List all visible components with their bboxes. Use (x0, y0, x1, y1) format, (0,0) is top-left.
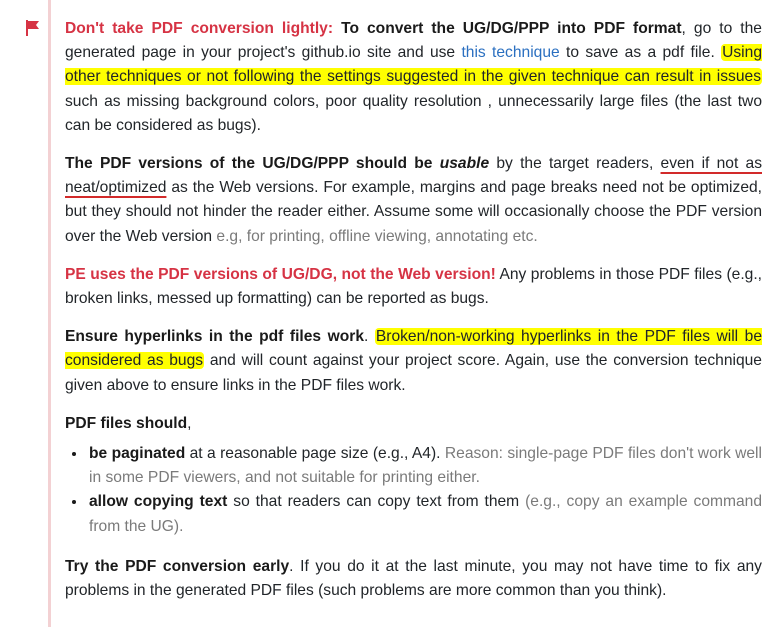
side-rule (48, 0, 51, 627)
technique-link[interactable]: this technique (461, 44, 559, 61)
flag-icon (26, 20, 39, 36)
paragraph-usable: The PDF versions of the UG/DG/PPP should… (65, 152, 762, 249)
list-item: be paginated at a reasonable page size (… (87, 442, 762, 490)
paragraph-try-early: Try the PDF conversion early. If you do … (65, 555, 762, 603)
text: such as missing background colors, poor … (65, 92, 762, 134)
list-item: allow copying text so that readers can c… (87, 490, 762, 538)
bold-text: Try the PDF conversion early (65, 557, 290, 575)
muted-text: e.g, for printing, offline viewing, anno… (216, 227, 538, 245)
bold-text: be paginated (89, 445, 186, 463)
text: . (364, 328, 375, 346)
warning-lead: Don't take PDF conversion lightly: (65, 20, 334, 37)
paragraph-conversion: Don't take PDF conversion lightly: To co… (65, 17, 762, 138)
paragraph-pe: PE uses the PDF versions of UG/DG, not t… (65, 263, 762, 311)
bold-text: PDF files should (65, 414, 188, 432)
paragraph-should: PDF files should, (65, 412, 762, 436)
tip-box: Don't take PDF conversion lightly: To co… (65, 0, 763, 603)
text: by the target readers, (489, 155, 661, 173)
bold-text: To convert the UG/DG/PPP into PDF format (341, 20, 682, 37)
bold-text: Ensure hyperlinks in the pdf files work (65, 328, 364, 346)
requirements-list: be paginated at a reasonable page size (… (65, 442, 762, 539)
bold-italic-text: usable (439, 155, 490, 173)
bold-text: allow copying text (89, 493, 228, 511)
warning-text: PE uses the PDF versions of UG/DG, not t… (65, 265, 496, 283)
text: so that readers can copy text from them (227, 493, 526, 511)
text: to save as a pdf file. (559, 44, 722, 62)
paragraph-hyperlinks: Ensure hyperlinks in the pdf files work.… (65, 325, 763, 398)
text: at a reasonable page size (e.g., A4). (185, 445, 445, 463)
bold-text: The PDF versions of the UG/DG/PPP should… (65, 155, 440, 173)
text: , (187, 414, 192, 432)
